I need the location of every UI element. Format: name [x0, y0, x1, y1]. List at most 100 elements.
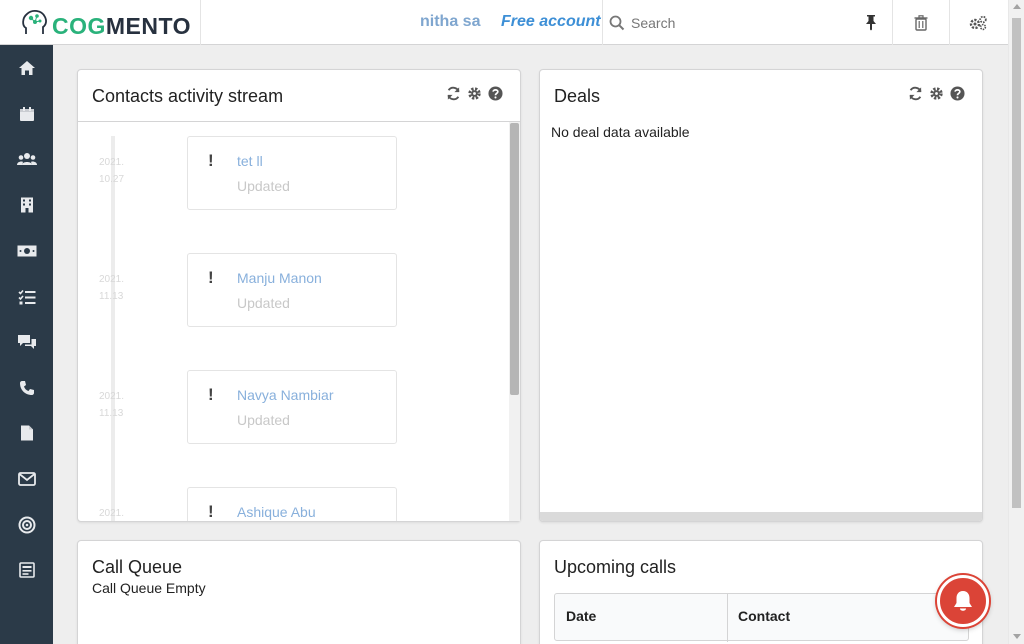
contact-name-link[interactable]: tet ll — [237, 153, 263, 169]
bell-icon — [954, 591, 972, 611]
gear-icon[interactable] — [929, 86, 944, 101]
deals-empty-message: No deal data available — [551, 124, 690, 140]
sidebar-item-forms[interactable] — [0, 555, 53, 585]
gear-icon[interactable] — [467, 86, 482, 101]
calls-icon — [19, 381, 34, 395]
date-line: 10.27 — [99, 174, 125, 185]
help-icon[interactable] — [950, 86, 965, 101]
companies-icon — [20, 197, 33, 213]
upcoming-calls-table: Date Contact — [554, 593, 969, 642]
activity-status: Updated — [237, 295, 290, 311]
trash-button[interactable] — [892, 0, 949, 45]
card-title: Deals — [554, 86, 601, 106]
contact-name-link[interactable]: Manju Manon — [237, 270, 322, 286]
brain-head-icon — [22, 10, 47, 34]
activity-item[interactable]: ! Manju Manon Updated — [187, 253, 397, 327]
card-tools — [908, 86, 965, 101]
trash-icon — [914, 14, 928, 31]
search-box — [602, 0, 892, 45]
sidebar-item-deals[interactable] — [0, 236, 53, 266]
date-line: 11.13 — [99, 291, 124, 302]
help-icon[interactable] — [488, 86, 503, 101]
sidebar-item-calls[interactable] — [0, 373, 53, 403]
card-tools — [446, 86, 503, 101]
call-queue-card: Call Queue Call Queue Empty — [77, 540, 521, 644]
top-bar: COGMENTO nitha sa Free account — [0, 0, 1008, 45]
date-line: 2021. — [99, 508, 125, 519]
call-queue-empty-message: Call Queue Empty — [92, 580, 206, 596]
scroll-down-arrow[interactable] — [1013, 634, 1021, 639]
logo[interactable]: COGMENTO — [0, 0, 201, 45]
scrollbar-thumb[interactable] — [1012, 18, 1021, 508]
user-name[interactable]: nitha sa — [420, 13, 480, 31]
activity-item[interactable]: ! tet ll Updated — [187, 136, 397, 210]
activity-item[interactable]: ! Ashique Abu — [187, 487, 397, 521]
activity-item[interactable]: ! Navya Nambiar Updated — [187, 370, 397, 444]
sidebar-item-companies[interactable] — [0, 190, 53, 220]
logo-text: COGMENTO — [52, 12, 191, 40]
timeline-date: 2021. — [99, 505, 139, 521]
search-input[interactable] — [631, 12, 851, 34]
date-line: 2021. — [99, 391, 125, 402]
scrollbar-thumb[interactable] — [510, 123, 519, 395]
card-title: Upcoming calls — [554, 557, 677, 577]
card-title: Contacts activity stream — [92, 86, 284, 106]
column-header-contact[interactable]: Contact — [738, 608, 790, 624]
documents-icon — [20, 425, 33, 441]
activity-status: Updated — [237, 178, 290, 194]
exclamation-icon: ! — [208, 385, 214, 404]
sidebar-item-contacts[interactable] — [0, 144, 53, 174]
account-type-link[interactable]: Free account — [501, 13, 601, 31]
timeline-date: 2021. 10.27 — [99, 154, 139, 188]
date-line: 11.13 — [99, 408, 124, 419]
search-icon — [609, 15, 625, 31]
deals-footer-bar — [540, 512, 982, 521]
sidebar-item-tasks[interactable] — [0, 282, 53, 312]
sidebar-item-campaigns[interactable] — [0, 510, 53, 540]
logo-text-cog: COG — [52, 13, 106, 39]
email-icon — [17, 472, 36, 486]
page-scrollbar[interactable] — [1008, 0, 1024, 644]
refresh-icon[interactable] — [446, 86, 461, 101]
date-line: 2021. — [99, 157, 125, 168]
settings-button[interactable] — [949, 0, 1006, 45]
gears-icon — [969, 15, 987, 30]
sidebar-item-calendar[interactable] — [0, 99, 53, 129]
column-header-date[interactable]: Date — [566, 608, 596, 624]
notifications-button[interactable] — [937, 575, 989, 627]
sidebar-item-home[interactable] — [0, 53, 53, 83]
contact-name-link[interactable]: Ashique Abu — [237, 504, 316, 520]
campaigns-icon — [18, 516, 35, 534]
home-icon — [18, 61, 35, 75]
exclamation-icon: ! — [208, 502, 214, 521]
contacts-icon — [16, 153, 37, 165]
timeline-date: 2021. 11.13 — [99, 271, 139, 305]
activity-status: Updated — [237, 412, 290, 428]
sidebar — [0, 45, 53, 644]
divider — [727, 594, 728, 642]
sidebar-item-cases[interactable] — [0, 327, 53, 357]
card-title: Call Queue — [92, 557, 183, 577]
pin-icon[interactable] — [862, 13, 880, 31]
scroll-up-arrow[interactable] — [1013, 4, 1021, 9]
sidebar-item-documents[interactable] — [0, 418, 53, 448]
deals-icon — [17, 245, 36, 257]
forms-icon — [18, 562, 35, 578]
sidebar-item-email[interactable] — [0, 464, 53, 494]
deals-card: Deals No deal data available — [539, 69, 983, 522]
contacts-activity-card: Contacts activity stream 2021. 10.27 ! te… — [77, 69, 521, 522]
exclamation-icon: ! — [208, 151, 214, 170]
timeline-line — [111, 136, 115, 521]
logo-text-mento: MENTO — [105, 13, 192, 39]
date-line: 2021. — [99, 274, 125, 285]
timeline-date: 2021. 11.13 — [99, 388, 139, 422]
upcoming-calls-card: Upcoming calls Date Contact — [539, 540, 983, 644]
contact-name-link[interactable]: Navya Nambiar — [237, 387, 333, 403]
cases-icon — [17, 335, 36, 349]
calendar-icon — [19, 107, 34, 121]
activity-scrollbar[interactable] — [509, 122, 520, 521]
tasks-icon — [17, 289, 35, 305]
activity-timeline: 2021. 10.27 ! tet ll Updated 2021. 11.13 !… — [79, 122, 509, 521]
refresh-icon[interactable] — [908, 86, 923, 101]
exclamation-icon: ! — [208, 268, 214, 287]
